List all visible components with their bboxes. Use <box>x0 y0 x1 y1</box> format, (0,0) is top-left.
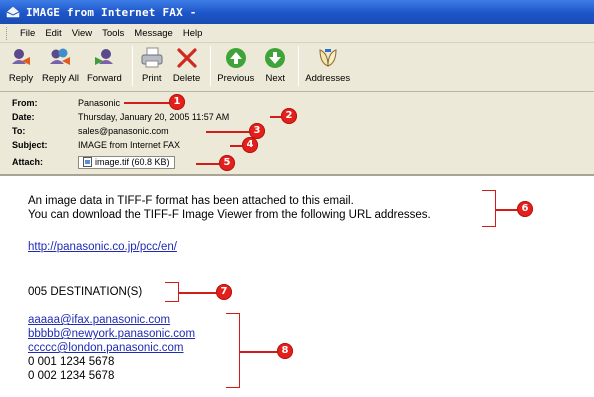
callout-badge-2: 2 <box>281 108 297 124</box>
callout-line-3 <box>206 131 250 133</box>
fax-number-1: 0 001 1234 5678 <box>28 356 115 368</box>
callout-bracket-7 <box>165 282 179 302</box>
next-label: Next <box>265 73 286 84</box>
address-link-3[interactable]: ccccc@london.panasonic.com <box>28 342 184 354</box>
menu-view[interactable]: View <box>67 28 97 39</box>
file-icon <box>83 157 92 167</box>
reply-button[interactable]: Reply <box>8 46 34 84</box>
subject-label: Subject: <box>12 140 48 150</box>
previous-label: Previous <box>217 73 255 84</box>
callout-bracket-8 <box>226 313 240 388</box>
menu-tools[interactable]: Tools <box>97 28 129 39</box>
reply-label: Reply <box>8 73 34 84</box>
attachment-name: image.tif (60.8 KB) <box>95 157 170 167</box>
attach-label: Attach: <box>12 157 43 167</box>
address-link-1[interactable]: aaaaa@ifax.panasonic.com <box>28 314 170 326</box>
callout-badge-5: 5 <box>219 155 235 171</box>
menu-edit[interactable]: Edit <box>40 28 66 39</box>
reply-all-icon <box>50 48 71 65</box>
forward-icon <box>95 49 114 65</box>
callout-line-5 <box>196 163 220 165</box>
mail-message-icon <box>6 6 20 18</box>
body-line-1: An image data in TIFF-F format has been … <box>28 195 354 207</box>
callout-badge-7: 7 <box>216 284 232 300</box>
mail-window: IMAGE from Internet FAX - File Edit View… <box>0 0 594 397</box>
print-button[interactable]: Print <box>139 46 165 84</box>
callout-badge-8: 8 <box>277 343 293 359</box>
callout-line-6 <box>496 209 518 211</box>
reply-all-button[interactable]: Reply All <box>42 46 79 84</box>
callout-line-8 <box>240 351 278 353</box>
date-value: Thursday, January 20, 2005 11:57 AM <box>78 112 230 122</box>
toolbar-separator-2 <box>210 46 212 86</box>
reply-all-label: Reply All <box>42 73 79 84</box>
menu-help[interactable]: Help <box>178 28 208 39</box>
attach-row: Attach: image.tif (60.8 KB) <box>12 155 175 169</box>
date-label: Date: <box>12 112 35 122</box>
delete-icon <box>176 48 197 68</box>
addresses-button[interactable]: Addresses <box>305 46 350 84</box>
previous-icon <box>225 48 246 68</box>
print-icon <box>141 47 163 68</box>
callout-bracket-6 <box>482 190 496 227</box>
to-label: To: <box>12 126 26 136</box>
forward-button[interactable]: Forward <box>87 46 122 84</box>
fax-number-2: 0 002 1234 5678 <box>28 370 115 382</box>
callout-line-1 <box>124 102 170 104</box>
viewer-url-link[interactable]: http://panasonic.co.jp/pcc/en/ <box>28 241 177 253</box>
from-label: From: <box>12 98 38 108</box>
callout-badge-6: 6 <box>517 201 533 217</box>
subject-value: IMAGE from Internet FAX <box>78 140 181 150</box>
menu-file[interactable]: File <box>15 28 40 39</box>
address-link-2[interactable]: bbbbb@newyork.panasonic.com <box>28 328 195 340</box>
subject-row: Subject: IMAGE from Internet FAX <box>12 138 180 152</box>
date-row: Date: Thursday, January 20, 2005 11:57 A… <box>12 110 229 124</box>
attachment-chip[interactable]: image.tif (60.8 KB) <box>78 155 175 169</box>
menu-grip <box>6 26 9 40</box>
addresses-label: Addresses <box>305 73 351 84</box>
destinations-count: 005 DESTINATION(S) <box>28 286 143 298</box>
print-label: Print <box>142 73 162 84</box>
callout-badge-1: 1 <box>169 94 185 110</box>
forward-label: Forward <box>86 73 122 84</box>
window-title: IMAGE from Internet FAX - <box>26 5 197 19</box>
title-bar[interactable]: IMAGE from Internet FAX - <box>0 0 594 24</box>
next-button[interactable]: Next <box>262 46 288 84</box>
delete-button[interactable]: Delete <box>173 46 200 84</box>
toolbar-separator-3 <box>298 46 300 86</box>
message-header: From: Panasonic Date: Thursday, January … <box>0 92 594 176</box>
delete-label: Delete <box>172 73 201 84</box>
previous-button[interactable]: Previous <box>217 46 254 84</box>
to-row: To: sales@panasonic.com <box>12 124 169 138</box>
callout-badge-4: 4 <box>242 137 258 153</box>
from-row: From: Panasonic <box>12 96 120 110</box>
next-icon <box>265 48 286 68</box>
toolbar: Reply Reply All Forward Print Delete Pre… <box>0 43 594 92</box>
menu-message[interactable]: Message <box>129 28 178 39</box>
reply-icon <box>12 49 30 65</box>
toolbar-separator <box>131 46 133 86</box>
body-line-2: You can download the TIFF-F Image Viewer… <box>28 209 431 221</box>
addresses-icon <box>319 49 337 67</box>
from-value[interactable]: Panasonic <box>78 98 120 108</box>
menu-bar: File Edit View Tools Message Help <box>0 24 594 43</box>
callout-line-7 <box>179 292 217 294</box>
to-value[interactable]: sales@panasonic.com <box>78 126 169 136</box>
message-body[interactable]: An image data in TIFF-F format has been … <box>0 176 594 397</box>
